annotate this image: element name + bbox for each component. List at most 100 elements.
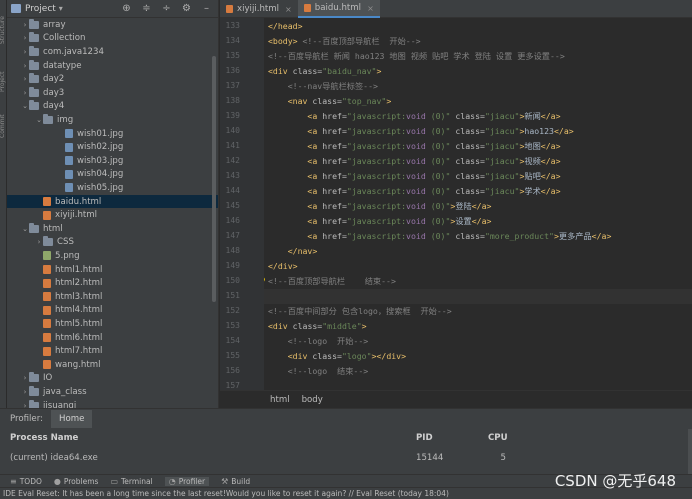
chevron-down-icon[interactable]: ⌄: [21, 225, 29, 233]
html-file-icon: [303, 4, 311, 12]
code-token: (0)": [430, 216, 451, 226]
chevron-right-icon[interactable]: ›: [35, 238, 43, 246]
expand-icon[interactable]: ÷: [161, 3, 172, 14]
tree-item[interactable]: html3.html: [7, 290, 218, 304]
tree-item[interactable]: ⌄ img: [7, 113, 218, 127]
tree-item[interactable]: › com.java1234: [7, 45, 218, 59]
project-tree-scrollbar[interactable]: [212, 56, 216, 302]
tree-item[interactable]: wish04.jpg: [7, 168, 218, 182]
breadcrumb-item-html[interactable]: html: [270, 395, 290, 405]
tree-item[interactable]: › datatype: [7, 59, 218, 73]
tree-item[interactable]: › IO: [7, 372, 218, 386]
chevron-right-icon[interactable]: ›: [21, 75, 29, 83]
code-token: <a: [268, 141, 323, 151]
project-panel-title[interactable]: Project: [25, 4, 56, 14]
tool-window-button[interactable]: ⚒ Build: [221, 477, 250, 486]
tree-item[interactable]: xiyiji.html: [7, 208, 218, 222]
code-token: <a: [268, 126, 323, 136]
code-token: void: [406, 216, 431, 226]
tree-item[interactable]: › day2: [7, 72, 218, 86]
tree-item-label: Collection: [43, 33, 86, 44]
tool-window-button[interactable]: ● Problems: [54, 477, 99, 486]
column-pid[interactable]: PID: [416, 433, 433, 443]
tree-item[interactable]: html5.html: [7, 317, 218, 331]
chevron-down-icon[interactable]: ⌄: [35, 116, 43, 124]
watermark: CSDN @无乎648: [554, 472, 676, 490]
line-number: 143: [225, 171, 240, 180]
tree-item[interactable]: wang.html: [7, 358, 218, 372]
chevron-right-icon[interactable]: ›: [21, 388, 29, 396]
folder-icon: [29, 86, 39, 97]
tree-item[interactable]: html7.html: [7, 344, 218, 358]
tree-item[interactable]: › java_class: [7, 385, 218, 399]
tree-item[interactable]: html1.html: [7, 263, 218, 277]
chevron-right-icon[interactable]: ›: [21, 34, 29, 42]
line-number: 148: [225, 246, 240, 255]
close-icon[interactable]: ×: [367, 4, 374, 13]
chevron-right-icon[interactable]: ›: [21, 374, 29, 382]
code-token: class=: [292, 66, 323, 76]
tree-item[interactable]: › jisuanqi: [7, 399, 218, 408]
code-token: "jiacu": [484, 141, 520, 151]
tree-item[interactable]: html2.html: [7, 276, 218, 290]
line-number: 157: [225, 381, 240, 390]
tree-item-label: com.java1234: [43, 46, 104, 57]
tree-item[interactable]: wish02.jpg: [7, 140, 218, 154]
tree-item[interactable]: ⌄ day4: [7, 100, 218, 114]
chevron-down-icon[interactable]: ▾: [59, 4, 63, 13]
chevron-right-icon[interactable]: ›: [21, 21, 29, 29]
chevron-right-icon[interactable]: ›: [21, 89, 29, 97]
tree-item[interactable]: wish03.jpg: [7, 154, 218, 168]
line-number: 154: [225, 336, 240, 345]
profiler-scrollbar[interactable]: [688, 429, 692, 475]
close-icon[interactable]: ×: [285, 5, 292, 14]
chevron-down-icon[interactable]: ⌄: [21, 102, 29, 110]
code-token: </a>: [553, 126, 574, 136]
code-token: "logo": [341, 351, 372, 361]
breadcrumb-item-body[interactable]: body: [302, 395, 323, 405]
tree-item[interactable]: ⌄ html: [7, 222, 218, 236]
pid-cell: 15144: [416, 453, 444, 463]
tree-item-label: wish03.jpg: [77, 155, 124, 166]
tree-item[interactable]: wish05.jpg: [7, 181, 218, 195]
tool-window-label: TODO: [19, 476, 42, 486]
column-process-name[interactable]: Process Name: [10, 433, 78, 443]
tool-window-button[interactable]: ▭ Terminal: [110, 477, 152, 486]
tree-item[interactable]: wish01.jpg: [7, 127, 218, 141]
html-file-icon: [43, 360, 51, 370]
code-token: <a: [268, 156, 323, 166]
code-token: <!--百度导航栏 新闻 hao123 地图 视频 贴吧 学术 登陆 设置 更多…: [268, 51, 565, 61]
gear-icon[interactable]: ⚙: [181, 3, 192, 14]
table-row[interactable]: (current) idea64.exe 15144 5: [10, 453, 690, 467]
tree-item[interactable]: baidu.html: [7, 194, 218, 209]
chevron-right-icon[interactable]: ›: [21, 62, 29, 70]
tool-window-label: Build: [231, 476, 251, 486]
tree-item[interactable]: › array: [7, 18, 218, 32]
tool-window-button[interactable]: ≡ TODO: [10, 477, 42, 486]
lightbulb-icon[interactable]: 💡: [264, 277, 267, 286]
tree-item[interactable]: 5.png: [7, 249, 218, 263]
chevron-right-icon[interactable]: ›: [21, 48, 29, 56]
code-editor[interactable]: </head> <body> <!--百度顶部导航栏 开始--> <!--百度导航栏…: [264, 18, 692, 390]
folder-icon: [29, 59, 39, 70]
tool-window-label: Profiler: [178, 476, 206, 486]
tree-item[interactable]: › day3: [7, 86, 218, 100]
editor-tab[interactable]: xiyiji.html ×: [220, 0, 298, 18]
folder-icon: [29, 73, 39, 84]
editor-tab[interactable]: baidu.html ×: [297, 0, 380, 18]
target-icon[interactable]: ⊕: [121, 3, 132, 14]
tool-window-button[interactable]: ◔ Profiler: [164, 476, 210, 486]
folder-icon: [43, 236, 53, 247]
tree-item[interactable]: › Collection: [7, 32, 218, 46]
minimize-icon[interactable]: –: [201, 3, 212, 14]
tree-item[interactable]: › CSS: [7, 236, 218, 250]
code-token: "jiacu": [484, 111, 520, 121]
tab-home[interactable]: Home: [51, 410, 93, 428]
code-token: "baidu_nav": [322, 66, 377, 76]
tree-item[interactable]: html6.html: [7, 331, 218, 345]
collapse-icon[interactable]: ≑: [141, 3, 152, 14]
column-cpu[interactable]: CPU: [488, 433, 508, 443]
project-panel-header: Project ▾ ⊕ ≑ ÷ ⚙ –: [7, 0, 218, 18]
tree-item[interactable]: html4.html: [7, 304, 218, 318]
code-token: "javascript:: [346, 171, 407, 181]
